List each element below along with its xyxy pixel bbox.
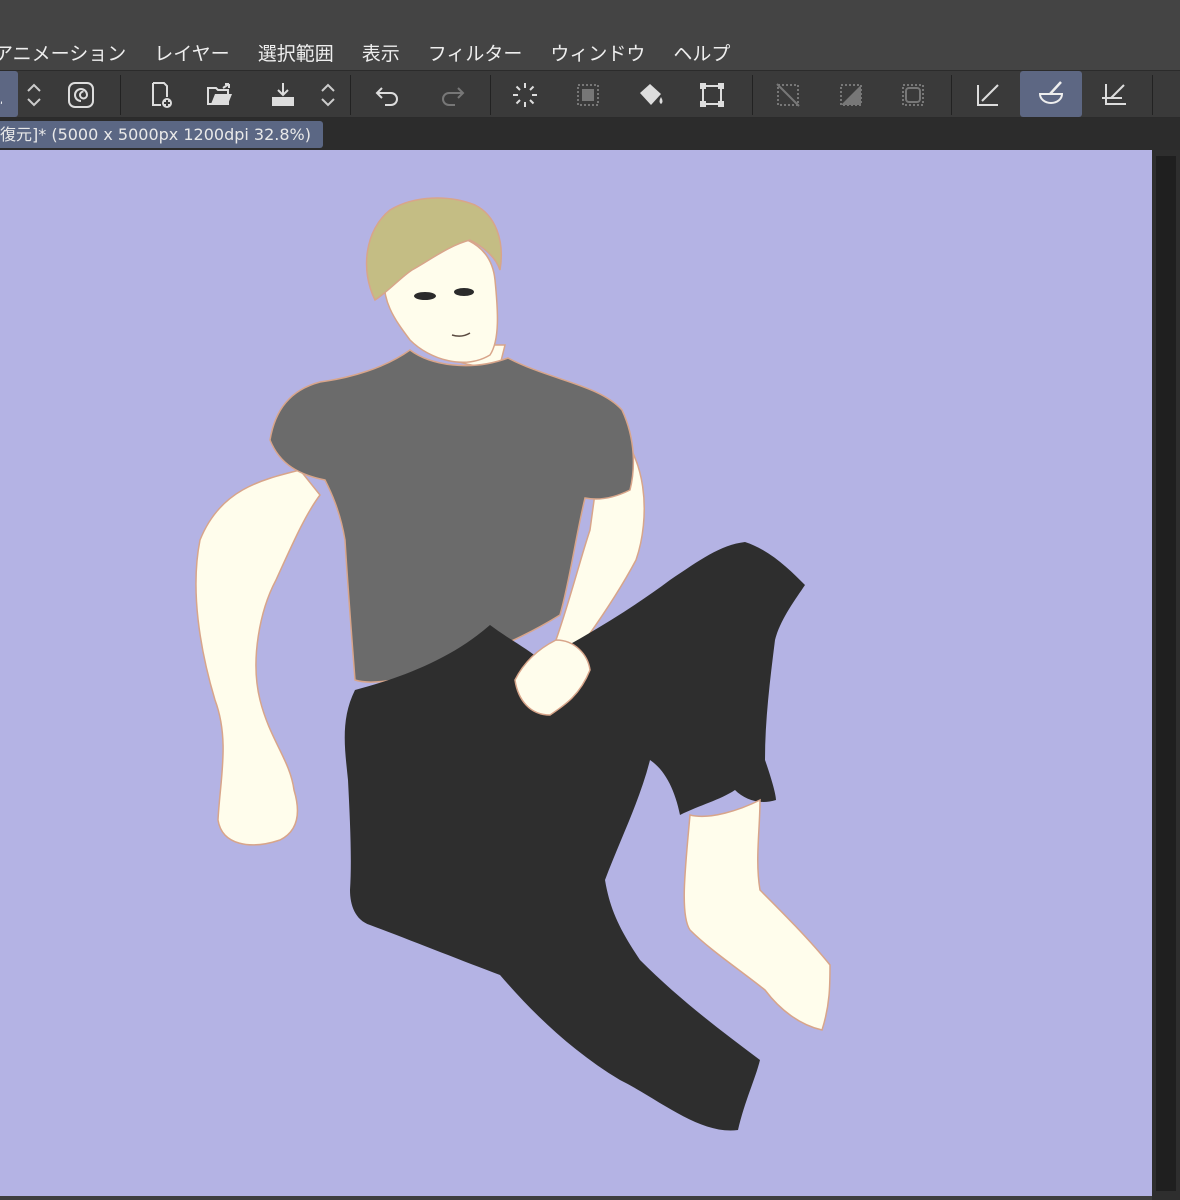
open-folder-icon [207, 83, 232, 105]
redo-icon [442, 87, 465, 106]
menu-bar: アニメーション レイヤー 選択範囲 表示 フィルター ウィンドウ ヘルプ [0, 34, 1180, 70]
document-tab-bar: 復元]* (5000 x 5000px 1200dpi 32.8%) [0, 118, 1180, 150]
separator [490, 75, 491, 115]
left-arm [195, 469, 321, 846]
open-folder-button[interactable] [198, 73, 242, 117]
menu-window[interactable]: ウィンドウ [550, 39, 645, 66]
left-eye [414, 292, 436, 300]
transform-button[interactable] [690, 73, 734, 117]
vertical-scrollbar[interactable] [1152, 150, 1180, 1200]
snap-ruler-icon [1102, 84, 1126, 105]
separator [350, 75, 351, 115]
right-foot [683, 798, 831, 1031]
stepper-button-2[interactable] [306, 73, 350, 117]
title-bar [0, 0, 1180, 34]
select-dotted-button[interactable] [566, 73, 610, 117]
menu-help[interactable]: ヘルプ [673, 39, 730, 66]
menu-animation[interactable]: アニメーション [0, 39, 126, 66]
up-down-arrow-icon [27, 83, 41, 107]
ruler-pen-button[interactable] [966, 73, 1010, 117]
invert-selection-button[interactable] [829, 73, 873, 117]
save-icon [272, 83, 294, 106]
deselect-button[interactable] [766, 73, 810, 117]
save-button[interactable] [261, 73, 305, 117]
document-tab[interactable]: 復元]* (5000 x 5000px 1200dpi 32.8%) [0, 121, 323, 148]
bottom-strip [0, 1196, 1152, 1200]
artwork [195, 197, 831, 1131]
right-eye [454, 288, 474, 296]
deselect-icon [776, 83, 800, 107]
separator [1152, 75, 1153, 115]
drawing-canvas[interactable] [0, 150, 1152, 1200]
pen-partial-icon [0, 100, 2, 104]
loading-spinner-icon [513, 83, 537, 107]
invert-selection-icon [840, 84, 862, 106]
swirl-icon [68, 82, 94, 108]
new-file-button[interactable] [138, 73, 182, 117]
menu-view[interactable]: 表示 [362, 39, 400, 66]
selection-border-icon [902, 84, 924, 106]
undo-icon [375, 87, 398, 106]
scrollbar-thumb[interactable] [1156, 156, 1176, 1191]
loading-spinner-button[interactable] [503, 73, 547, 117]
menu-filter[interactable]: フィルター [428, 39, 523, 66]
fill-bucket-icon [640, 84, 663, 105]
brush-bowl-button[interactable] [1020, 71, 1082, 117]
redo-button[interactable] [430, 73, 474, 117]
menu-layer[interactable]: レイヤー [154, 39, 229, 66]
command-bar [0, 70, 1180, 118]
fill-bucket-button[interactable] [629, 73, 673, 117]
up-down-arrow-icon [321, 83, 335, 107]
ruler-pen-icon [977, 84, 999, 106]
undo-button[interactable] [366, 73, 410, 117]
transform-icon [700, 83, 724, 107]
selection-border-button[interactable] [891, 73, 935, 117]
menu-selection[interactable]: 選択範囲 [258, 39, 334, 66]
snap-ruler-button[interactable] [1093, 73, 1137, 117]
brush-bowl-icon [1038, 81, 1064, 104]
separator [951, 75, 952, 115]
new-file-icon [152, 82, 172, 108]
select-dotted-icon [577, 84, 599, 106]
separator [120, 75, 121, 115]
stepper-button[interactable] [12, 73, 56, 117]
separator [752, 75, 753, 115]
swirl-button[interactable] [59, 73, 103, 117]
